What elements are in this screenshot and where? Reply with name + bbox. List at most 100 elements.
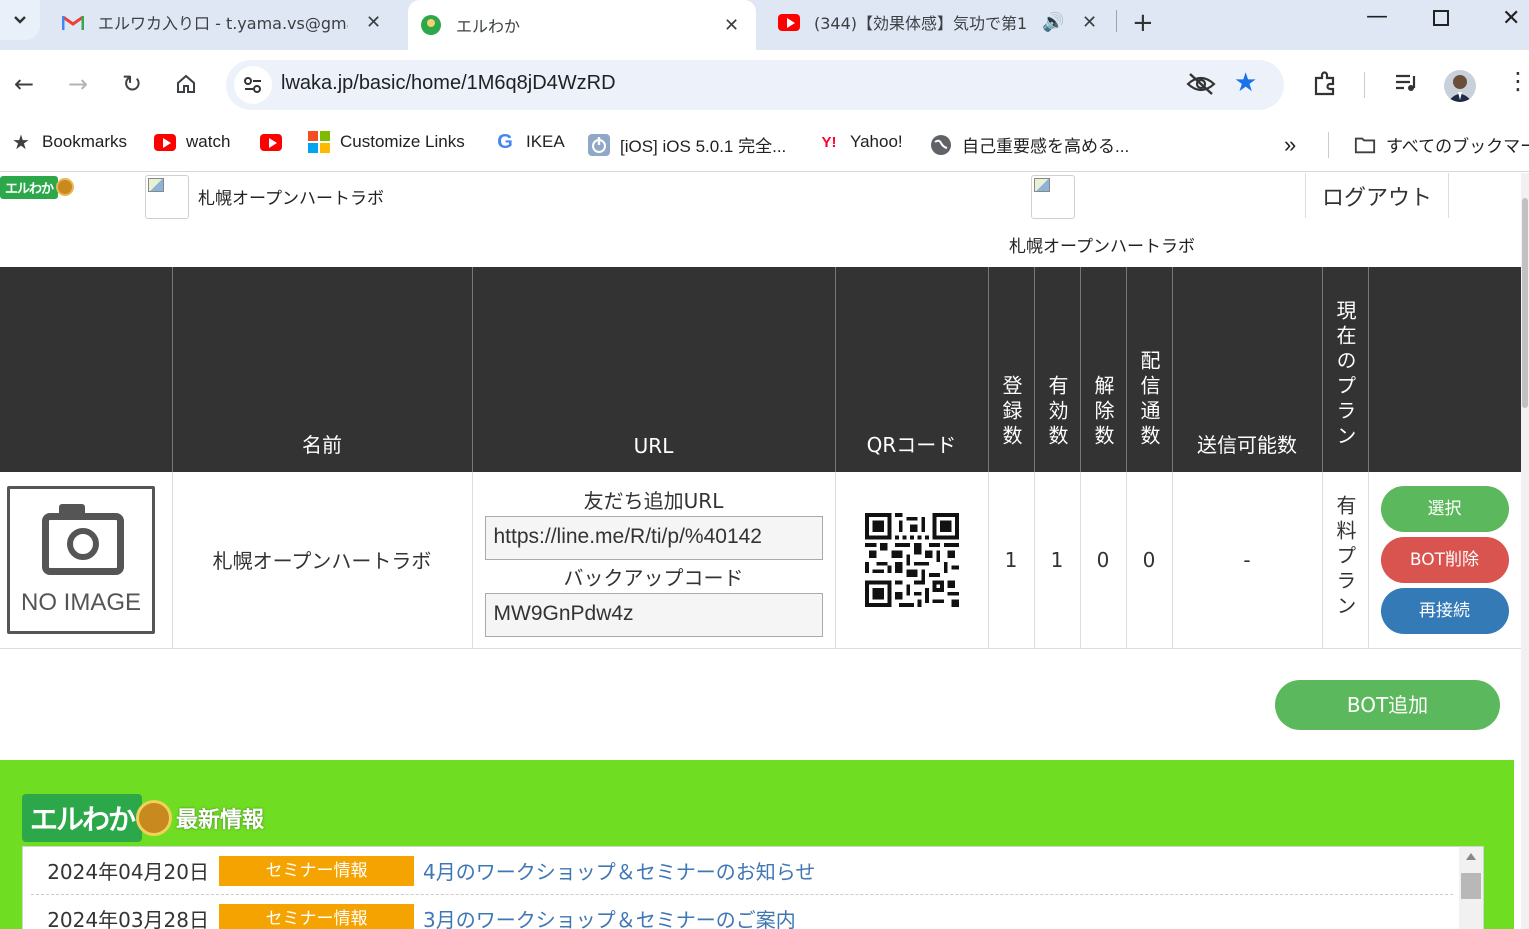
bookmark-bookmarks[interactable]: ★ Bookmarks — [10, 132, 127, 154]
bookmarks-divider — [1328, 132, 1329, 158]
bookmark-youtube[interactable] — [260, 132, 292, 152]
qr-cell — [835, 472, 989, 649]
youtube-icon — [260, 132, 282, 152]
browser-toolbar: ← → ↻ lwaka.jp/basic/home/1M6q8jD4WzRD ★… — [0, 50, 1529, 120]
new-tab-button[interactable]: + — [1132, 8, 1154, 38]
all-bookmarks[interactable]: すべてのブックマーク — [1354, 132, 1529, 157]
logout-button[interactable]: ログアウト — [1305, 173, 1449, 218]
home-icon[interactable] — [170, 68, 202, 100]
speaker-icon[interactable]: 🔊 — [1042, 12, 1064, 33]
windows-icon — [308, 131, 330, 153]
scroll-thumb[interactable] — [1461, 873, 1481, 899]
bot-delete-button[interactable]: BOT削除 — [1380, 536, 1509, 583]
header-sendable: 送信可能数 — [1172, 267, 1323, 472]
minimize-icon[interactable]: — — [1366, 4, 1388, 29]
window-close-icon[interactable]: ✕ — [1502, 6, 1520, 31]
bookmark-ikea[interactable]: G IKEA — [494, 130, 565, 153]
bookmark-self-esteem[interactable]: 自己重要感を高める... — [930, 132, 1129, 157]
page-scroll-thumb[interactable] — [1522, 198, 1528, 408]
kebab-menu-icon[interactable]: ⋮ — [1506, 68, 1529, 94]
google-icon: G — [497, 130, 513, 153]
bookmark-ios[interactable]: [iOS] iOS 5.0.1 完全... — [588, 132, 786, 157]
extensions-icon[interactable] — [1312, 70, 1338, 100]
news-scrollbar[interactable] — [1459, 847, 1483, 929]
monkey-icon — [56, 178, 75, 196]
page-scrollbar[interactable] — [1521, 173, 1529, 929]
qr-code-image — [864, 512, 959, 607]
folder-icon — [1354, 135, 1376, 155]
tab-gmail[interactable]: エルワカ入り口 - t.yama.vs@gmai ✕ — [62, 0, 392, 44]
backup-code-field[interactable]: MW9GnPdw4z — [484, 592, 823, 637]
add-bot-button[interactable]: BOT追加 — [1275, 680, 1500, 730]
news-link[interactable]: 3月のワークショップ＆セミナーのご案内 — [423, 904, 796, 929]
elwaka-icon — [420, 14, 442, 36]
account-name-right: 札幌オープンハートラボ — [1009, 237, 1195, 257]
chevron-down-icon — [14, 16, 26, 24]
monkey-icon — [136, 800, 173, 836]
header-registered: 登録数 — [988, 267, 1035, 472]
back-icon[interactable]: ← — [8, 68, 40, 100]
address-bar[interactable]: lwaka.jp/basic/home/1M6q8jD4WzRD ★ — [226, 60, 1284, 110]
reconnect-button[interactable]: 再接続 — [1380, 587, 1509, 634]
bookmark-star-icon[interactable]: ★ — [1234, 68, 1257, 98]
bookmark-customize-links[interactable]: Customize Links — [308, 131, 465, 153]
close-icon[interactable]: ✕ — [366, 12, 381, 33]
plan-cell: 有料プラン — [1322, 472, 1369, 649]
tab-separator — [1116, 10, 1117, 32]
maximize-icon[interactable] — [1432, 8, 1450, 33]
camera-icon — [42, 503, 124, 575]
bookmark-label: watch — [186, 132, 231, 151]
sendable-count: - — [1172, 472, 1323, 649]
tab-elwaka[interactable]: エルわか ✕ — [408, 0, 756, 50]
eye-slash-icon[interactable] — [1186, 72, 1216, 100]
yahoo-icon: Y! — [821, 133, 837, 151]
scroll-up-icon[interactable] — [1466, 853, 1476, 860]
news-list: 2024年04月20日 セミナー情報 4月のワークショップ＆セミナーのお知らせ … — [22, 846, 1484, 929]
url-text: lwaka.jp/basic/home/1M6q8jD4WzRD — [281, 72, 616, 94]
account-image-right — [1031, 175, 1075, 219]
tab-title: エルわか — [456, 17, 521, 36]
bot-url-cell: 友だち追加URL https://line.me/R/ti/p/%40142 バ… — [472, 472, 836, 649]
tab-search-button[interactable] — [0, 0, 40, 40]
select-button[interactable]: 選択 — [1380, 485, 1509, 532]
site-settings-icon[interactable] — [234, 66, 272, 104]
account-name: 札幌オープンハートラボ — [198, 189, 384, 209]
reload-icon[interactable]: ↻ — [116, 68, 148, 100]
profile-avatar[interactable] — [1444, 70, 1476, 102]
bot-image-cell: NO IMAGE — [0, 472, 173, 649]
header-sent: 配信通数 — [1126, 267, 1173, 472]
table-header-row: 名前 URL QRコード 登録数 有効数 解除数 配信通数 送信可能数 現在のプ… — [0, 267, 1521, 472]
header-image — [0, 267, 173, 472]
media-control-icon[interactable] — [1394, 72, 1418, 98]
bookmark-watch[interactable]: watch — [154, 132, 230, 152]
news-section: エルわか 最新情報 2024年04月20日 セミナー情報 4月のワークショップ＆… — [0, 760, 1514, 929]
table-row: NO IMAGE 札幌オープンハートラボ 友だち追加URL https://li… — [0, 472, 1521, 649]
more-bookmarks-icon[interactable]: » — [1284, 132, 1296, 158]
header-unsub: 解除数 — [1080, 267, 1127, 472]
no-image-placeholder: NO IMAGE — [7, 485, 155, 634]
bookmark-label: 自己重要感を高める... — [962, 137, 1130, 156]
header-plan: 現在のプラン — [1322, 267, 1369, 472]
news-title: 最新情報 — [176, 808, 265, 833]
header-url: URL — [472, 267, 836, 472]
forward-icon[interactable]: → — [62, 68, 94, 100]
registered-count: 1 — [988, 472, 1035, 649]
plan-text: 有料プラン — [1333, 494, 1357, 620]
tab-youtube[interactable]: (344)【効果体感】気功で第1 🔊 ✕ — [778, 0, 1108, 44]
bookmark-label: IKEA — [526, 132, 565, 151]
elwaka-logo[interactable]: エルわか — [0, 175, 75, 199]
header-valid-text: 有効数 — [1045, 375, 1069, 450]
bookmark-yahoo[interactable]: Y! Yahoo! — [818, 132, 903, 152]
close-icon[interactable]: ✕ — [1082, 12, 1097, 33]
valid-count: 1 — [1034, 472, 1081, 649]
news-badge: セミナー情報 — [219, 903, 414, 929]
bookmark-label: Yahoo! — [850, 132, 903, 151]
power-icon — [588, 133, 610, 156]
friend-url-field[interactable]: https://line.me/R/ti/p/%40142 — [484, 515, 823, 560]
close-icon[interactable]: ✕ — [724, 15, 739, 36]
news-logo-text: エルわか — [22, 794, 143, 842]
unsub-count: 0 — [1080, 472, 1127, 649]
no-image-text: NO IMAGE — [20, 588, 141, 616]
news-link[interactable]: 4月のワークショップ＆セミナーのお知らせ — [423, 856, 815, 885]
globe-icon — [930, 134, 952, 155]
